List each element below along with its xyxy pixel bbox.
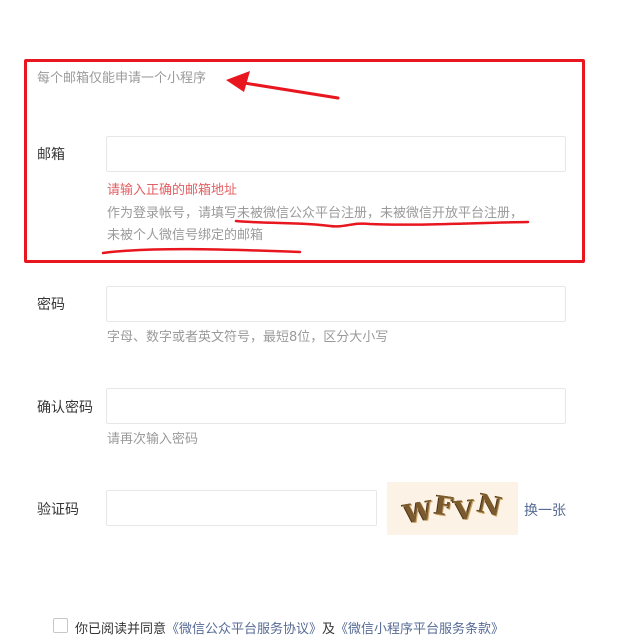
password-hint: 字母、数字或者英文符号，最短8位，区分大小写 — [107, 330, 389, 345]
captcha-image[interactable]: W F V N — [387, 482, 518, 535]
captcha-char: V — [453, 494, 479, 527]
agreement-middle: 及 — [322, 622, 336, 635]
email-description-line1: 作为登录帐号，请填写未被微信公众平台注册，未被微信开放平台注册， — [107, 206, 524, 221]
email-input[interactable] — [106, 136, 566, 172]
service-agreement-link[interactable]: 《微信公众平台服务协议》 — [166, 622, 322, 635]
email-limit-note: 每个邮箱仅能申请一个小程序 — [37, 71, 207, 86]
confirm-password-hint: 请再次输入密码 — [107, 432, 199, 447]
password-label: 密码 — [37, 297, 65, 313]
captcha-char: W — [401, 494, 437, 530]
email-error-message: 请输入正确的邮箱地址 — [107, 183, 238, 198]
captcha-input[interactable] — [106, 490, 377, 526]
agreement-checkbox[interactable] — [53, 618, 68, 633]
confirm-password-label: 确认密码 — [37, 400, 93, 416]
agreement-prefix: 你已阅读并同意 — [75, 622, 167, 635]
agreement-text: 你已阅读并同意《微信公众平台服务协议》及《微信小程序平台服务条款》 — [75, 618, 504, 635]
confirm-password-input[interactable] — [106, 388, 566, 424]
email-description-line2: 未被个人微信号绑定的邮箱 — [107, 228, 264, 243]
miniprogram-terms-link[interactable]: 《微信小程序平台服务条款》 — [335, 622, 504, 635]
email-label: 邮箱 — [37, 147, 65, 163]
captcha-char: N — [474, 488, 506, 523]
captcha-label: 验证码 — [37, 502, 79, 518]
captcha-refresh-link[interactable]: 换一张 — [524, 500, 566, 520]
password-input[interactable] — [106, 286, 566, 322]
